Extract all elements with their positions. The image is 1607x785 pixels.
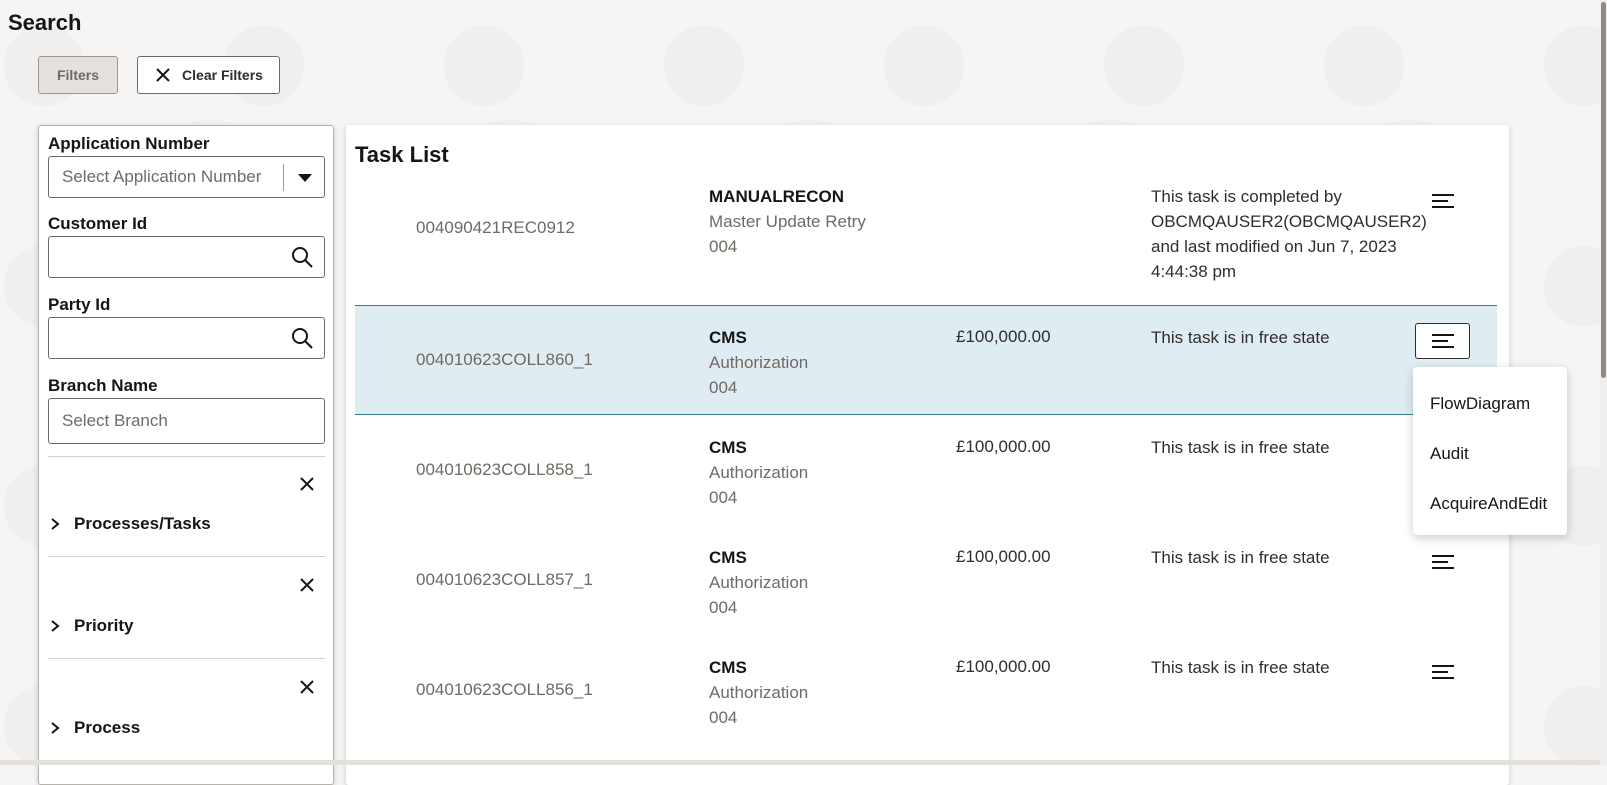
row-menu-button[interactable] — [1415, 183, 1470, 219]
row-menu-button[interactable] — [1415, 654, 1470, 690]
task-stage: Master Update Retry — [709, 212, 866, 231]
task-stage: Authorization — [709, 463, 809, 482]
task-stage: Authorization — [709, 353, 809, 372]
application-number-select[interactable]: Select Application Number — [48, 156, 325, 198]
table-row[interactable]: 004010623COLL856_1 CMS Authorization 004… — [355, 640, 1497, 745]
row-action-menu: FlowDiagram Audit AcquireAndEdit — [1413, 367, 1567, 535]
task-info: CMS Authorization 004 — [709, 545, 808, 620]
task-id: 004010623COLL857_1 — [416, 570, 593, 589]
filter-panel: Application Number Select Application Nu… — [38, 125, 334, 785]
task-branch: 004 — [709, 488, 738, 507]
hamburger-icon — [1431, 665, 1454, 679]
task-amount: £100,000.00 — [956, 657, 1051, 676]
task-id: 004010623COLL858_1 — [416, 460, 593, 479]
chevron-right-icon — [51, 518, 60, 530]
vertical-scrollbar[interactable] — [1600, 0, 1607, 765]
task-info: MANUALRECON Master Update Retry 004 — [709, 184, 866, 259]
task-type: CMS — [709, 438, 747, 457]
task-branch: 004 — [709, 598, 738, 617]
task-branch: 004 — [709, 237, 738, 256]
table-row[interactable]: 004090421REC0912 MANUALRECON Master Upda… — [355, 183, 1497, 303]
clear-filters-label: Clear Filters — [182, 67, 263, 83]
task-amount: £100,000.00 — [956, 327, 1051, 346]
task-type: CMS — [709, 548, 747, 567]
task-amount: £100,000.00 — [956, 547, 1051, 566]
task-id: 004090421REC0912 — [416, 218, 575, 237]
task-type: MANUALRECON — [709, 187, 845, 206]
party-id-label: Party Id — [48, 295, 111, 314]
close-icon[interactable] — [298, 678, 316, 696]
menu-item-audit[interactable]: Audit — [1413, 429, 1567, 479]
table-row[interactable]: 004010623COLL857_1 CMS Authorization 004… — [355, 530, 1497, 635]
close-icon[interactable] — [298, 475, 316, 493]
application-number-label: Application Number — [48, 134, 210, 153]
chevron-right-icon — [51, 620, 60, 632]
task-list-title: Task List — [355, 142, 449, 167]
task-stage: Authorization — [709, 573, 809, 592]
task-info: CMS Authorization 004 — [709, 655, 808, 730]
task-amount: £100,000.00 — [956, 437, 1051, 456]
task-branch: 004 — [709, 708, 738, 727]
task-type: CMS — [709, 328, 747, 347]
row-menu-button[interactable] — [1415, 544, 1470, 580]
hamburger-icon — [1431, 194, 1454, 208]
row-menu-button[interactable] — [1415, 323, 1470, 359]
caret-down-icon[interactable] — [298, 174, 312, 182]
search-icon[interactable] — [290, 245, 314, 269]
task-status: This task is in free state — [1151, 328, 1330, 347]
task-status: This task is in free state — [1151, 658, 1330, 677]
task-id: 004010623COLL860_1 — [416, 350, 593, 369]
section-label: Priority — [74, 616, 134, 635]
close-icon[interactable] — [298, 576, 316, 594]
divider — [48, 658, 325, 659]
filters-button-label: Filters — [56, 67, 99, 83]
task-stage: Authorization — [709, 683, 809, 702]
menu-item-flowdiagram[interactable]: FlowDiagram — [1413, 379, 1567, 429]
branch-name-select[interactable]: Select Branch — [48, 398, 325, 444]
task-status: This task is in free state — [1151, 548, 1330, 567]
filters-button[interactable]: Filters — [38, 56, 118, 94]
select-separator — [283, 164, 284, 191]
task-status: This task is in free state — [1151, 438, 1330, 457]
application-number-placeholder: Select Application Number — [62, 167, 262, 186]
close-icon — [156, 68, 170, 82]
table-row[interactable]: 004010623COLL860_1 CMS Authorization 004… — [355, 305, 1497, 415]
section-priority[interactable]: Priority — [48, 616, 134, 636]
chevron-right-icon — [51, 722, 60, 734]
task-list-panel: Task List 004090421REC0912 MANUALRECON M… — [346, 125, 1509, 785]
task-branch: 004 — [709, 378, 738, 397]
divider — [48, 556, 325, 557]
customer-id-label: Customer Id — [48, 214, 148, 233]
task-id: 004010623COLL856_1 — [416, 680, 593, 699]
task-type: CMS — [709, 658, 747, 677]
divider — [48, 456, 325, 457]
page-title: Search — [8, 10, 82, 35]
menu-item-acquireandedit[interactable]: AcquireAndEdit — [1413, 479, 1567, 529]
hamburger-icon — [1431, 555, 1454, 569]
scrollbar-thumb[interactable] — [1601, 2, 1606, 378]
horizontal-scrollbar[interactable] — [0, 760, 1600, 765]
task-status: This task is completed by OBCMQAUSER2(OB… — [1151, 187, 1427, 281]
customer-id-input[interactable] — [48, 236, 325, 278]
task-info: CMS Authorization 004 — [709, 435, 808, 510]
table-row[interactable]: 004010623COLL858_1 CMS Authorization 004… — [355, 420, 1497, 525]
hamburger-icon — [1431, 334, 1454, 348]
clear-filters-button[interactable]: Clear Filters — [137, 56, 280, 94]
branch-name-placeholder: Select Branch — [62, 411, 168, 430]
section-label: Process — [74, 718, 141, 737]
section-label: Processes/Tasks — [74, 514, 211, 533]
section-process[interactable]: Process — [48, 718, 140, 738]
section-processes-tasks[interactable]: Processes/Tasks — [48, 514, 211, 534]
task-info: CMS Authorization 004 — [709, 325, 808, 400]
party-id-input[interactable] — [48, 317, 325, 359]
search-icon[interactable] — [290, 326, 314, 350]
branch-name-label: Branch Name — [48, 376, 158, 395]
